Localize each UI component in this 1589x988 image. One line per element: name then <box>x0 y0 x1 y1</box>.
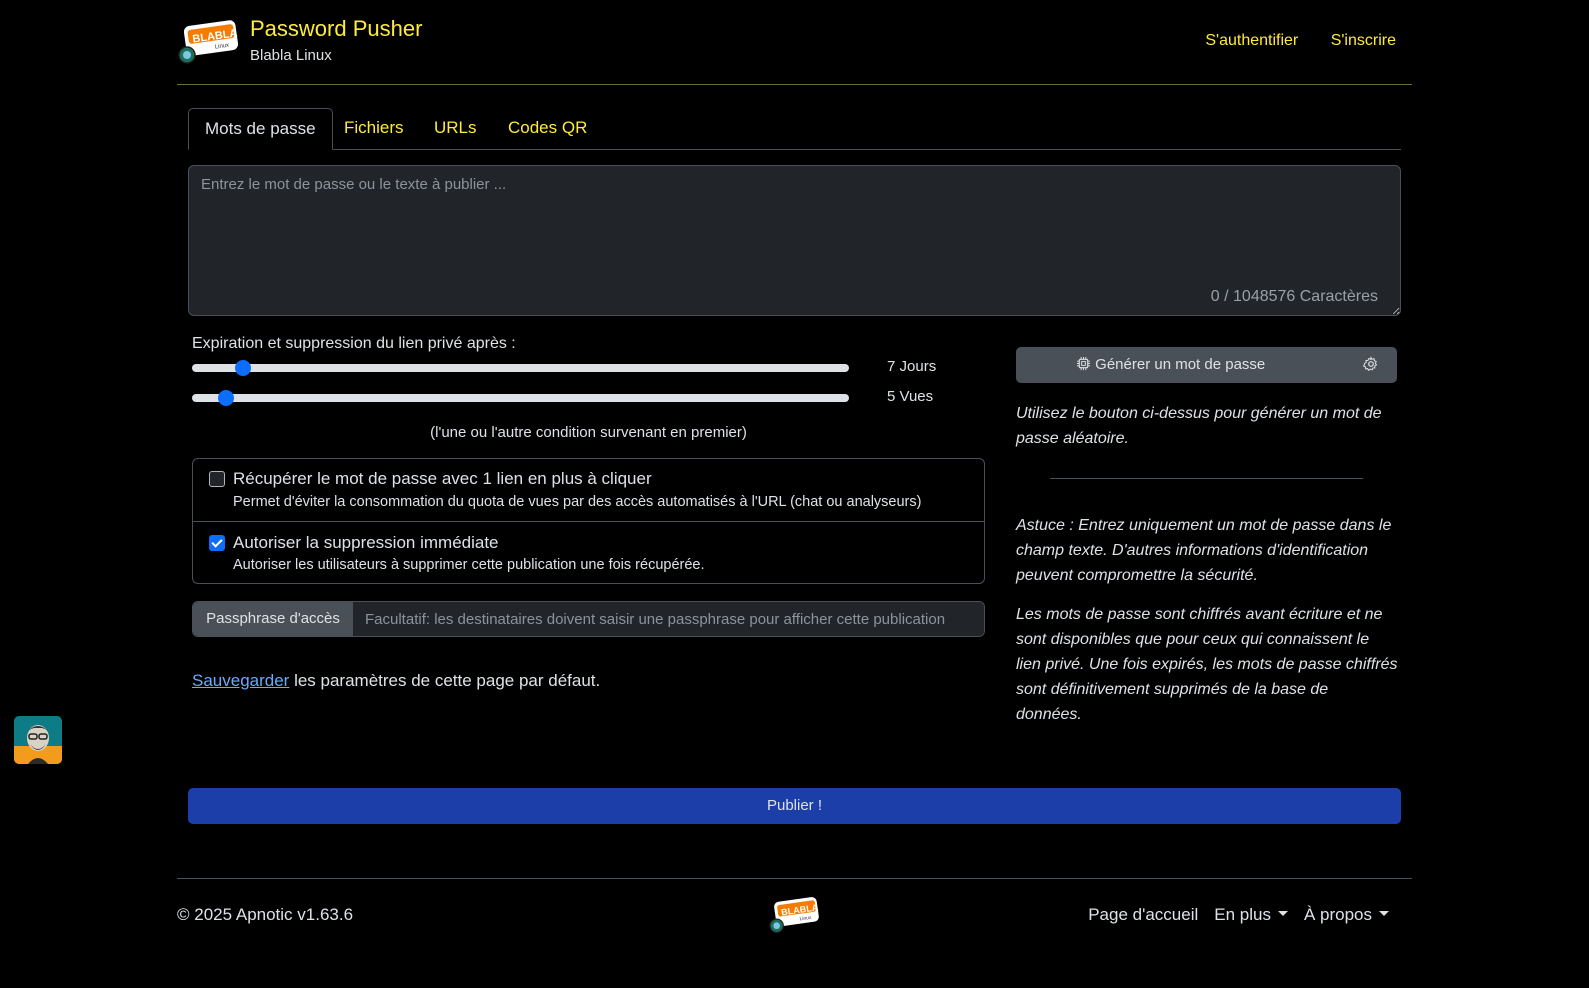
tab-qr-codes[interactable]: Codes QR <box>492 108 603 148</box>
publish-button[interactable]: Publier ! <box>188 788 1401 824</box>
expiration-note: (l'une ou l'autre condition survenant en… <box>430 424 747 441</box>
save-defaults-text: les paramètres de cette page par défaut. <box>289 671 601 690</box>
tab-passwords[interactable]: Mots de passe <box>188 108 333 150</box>
login-link[interactable]: S'authentifier <box>1205 32 1298 49</box>
footer-divider <box>177 878 1412 879</box>
chevron-down-icon <box>1277 911 1288 917</box>
content-type-tabs: Mots de passe Fichiers URLs Codes QR <box>188 108 1401 150</box>
save-defaults: Sauvegarder les paramètres de cette page… <box>192 671 600 691</box>
retrieval-step-checkbox[interactable] <box>209 471 225 487</box>
deletable-desc: Autoriser les utilisateurs à supprimer c… <box>233 557 705 573</box>
copyright: © 2025 Apnotic v1.63.6 <box>177 905 354 924</box>
passphrase-label: Passphrase d'accès <box>193 602 353 636</box>
header-nav: S'authentifier S'inscrire <box>1177 32 1396 50</box>
tab-files[interactable]: Fichiers <box>328 108 420 148</box>
options-list: Récupérer le mot de passe avec 1 lien en… <box>192 458 985 584</box>
views-value: 5 Vues <box>887 388 934 405</box>
deletable-option: Autoriser la suppression immédiate Autor… <box>193 521 984 585</box>
app-subtitle: Blabla Linux <box>250 47 332 64</box>
footer-about-label: À propos <box>1303 905 1372 924</box>
secret-editor: 0 / 1048576 Caractères <box>188 165 1401 316</box>
tab-urls[interactable]: URLs <box>418 108 493 148</box>
retrieval-step-option: Récupérer le mot de passe avec 1 lien en… <box>193 459 984 522</box>
days-value: 7 Jours <box>887 358 937 375</box>
footer-about-dropdown[interactable]: À propos <box>1304 905 1389 924</box>
footer-home-link[interactable]: Page d'accueil <box>1088 905 1198 924</box>
footer-nav: Page d'accueil En plus À propos <box>1072 905 1389 925</box>
generate-password-button[interactable]: Générer un mot de passe <box>1016 347 1397 383</box>
expiration-label: Expiration et suppression du lien privé … <box>192 335 516 352</box>
days-slider[interactable] <box>192 360 849 376</box>
retrieval-step-title[interactable]: Récupérer le mot de passe avec 1 lien en… <box>233 469 652 489</box>
chevron-down-icon <box>1379 911 1389 917</box>
app-title[interactable]: Password Pusher <box>250 16 422 42</box>
footer-more-label: En plus <box>1214 905 1271 924</box>
days-slider-thumb[interactable] <box>234 360 251 376</box>
character-counter: 0 / 1048576 Caractères <box>1210 288 1378 305</box>
deletable-checkbox[interactable] <box>209 535 225 551</box>
signup-link[interactable]: S'inscrire <box>1331 32 1396 49</box>
passphrase-group: Passphrase d'accès <box>192 601 985 637</box>
deletable-title[interactable]: Autoriser la suppression immédiate <box>233 533 499 553</box>
retrieval-step-desc: Permet d'éviter la consommation du quota… <box>233 494 922 510</box>
encryption-info: Les mots de passe sont chiffrés avant éc… <box>1016 606 1398 723</box>
blabla-linux-logo[interactable]: BLABLA Linux <box>177 19 239 65</box>
avatar[interactable] <box>14 716 62 764</box>
generator-hint: Utilisez le bouton ci-dessus pour génére… <box>1016 405 1382 447</box>
footer-logo[interactable]: BLABLA Linux <box>768 896 820 934</box>
site-header: BLABLA Linux Password Pusher Blabla Linu… <box>177 0 1412 85</box>
views-slider-thumb[interactable] <box>217 390 234 406</box>
gear-icon[interactable] <box>1363 356 1379 372</box>
passphrase-input[interactable] <box>353 602 984 636</box>
generate-password-label: Générer un mot de passe <box>1095 356 1266 373</box>
views-slider[interactable] <box>192 390 849 406</box>
save-defaults-link[interactable]: Sauvegarder <box>192 671 289 690</box>
footer-more-dropdown[interactable]: En plus <box>1214 905 1288 924</box>
security-tip: Astuce : Entrez uniquement un mot de pas… <box>1016 517 1392 584</box>
divider <box>1050 478 1363 479</box>
cpu-icon <box>1076 356 1091 371</box>
